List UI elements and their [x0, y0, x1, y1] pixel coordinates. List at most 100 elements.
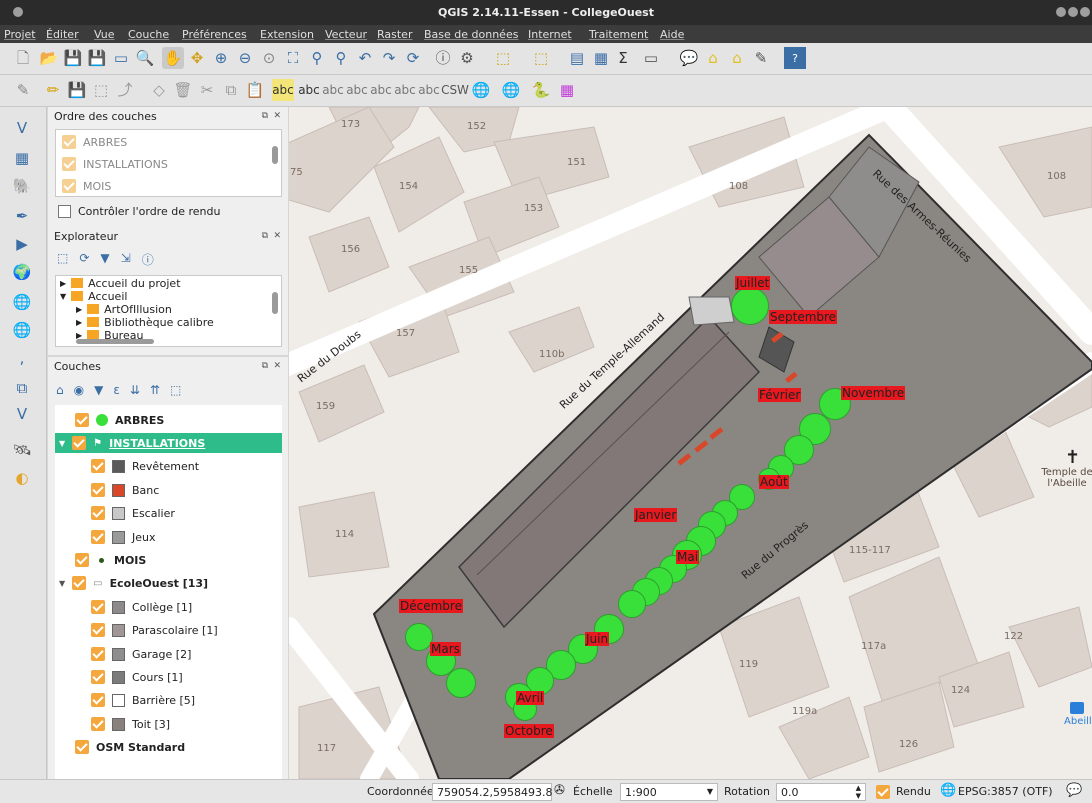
map-svg[interactable]	[289, 107, 1092, 779]
save-icon[interactable]: 💾	[62, 47, 84, 69]
tree-canopy[interactable]	[618, 590, 646, 618]
map-canvas[interactable]: Rue des Armes-Réunies Rue du Doubs Rue d…	[289, 107, 1092, 779]
month-label[interactable]: Juin	[585, 632, 610, 646]
add-virtual-layer-icon[interactable]: ⧉	[11, 377, 33, 399]
coordinate-capture-icon[interactable]: ◐	[11, 467, 33, 489]
filter-expression-icon[interactable]: ε	[113, 383, 120, 397]
menu-raster[interactable]: Raster	[377, 28, 412, 41]
control-render-order-checkbox[interactable]: Contrôler l'ordre de rendu	[58, 201, 220, 221]
month-label[interactable]: Avril	[516, 691, 545, 705]
close-panel-icon[interactable]: ✕	[273, 111, 281, 121]
rotation-spinbox[interactable]: 0.0 ▲ ▼	[776, 783, 866, 801]
layer-order-item[interactable]: ARBRES	[62, 132, 127, 152]
spin-arrows-icon[interactable]: ▲ ▼	[856, 784, 861, 800]
checkbox[interactable]	[91, 530, 105, 544]
identify-icon[interactable]: ⓘ	[432, 47, 454, 69]
open-project-icon[interactable]: 📂	[38, 47, 60, 69]
add-delimited-text-icon[interactable]: ,	[11, 347, 33, 369]
identify-menu-icon[interactable]: ⚙	[456, 47, 478, 69]
zoom-in-icon[interactable]: ⊕	[210, 47, 232, 69]
checkbox[interactable]	[91, 693, 105, 707]
new-project-icon[interactable]: 🗋	[12, 47, 34, 69]
zoom-actual-icon[interactable]: ⊙	[258, 47, 280, 69]
gps-tools-icon[interactable]: 🛰	[11, 439, 33, 461]
delete-selected-icon[interactable]: 🗑	[172, 79, 194, 101]
month-label[interactable]: Décembre	[399, 599, 463, 613]
checkbox[interactable]	[75, 740, 89, 754]
collapse-all-icon[interactable]: ⇲	[121, 251, 131, 268]
legend-item-jeux[interactable]: Jeux	[91, 527, 156, 547]
python-console-icon[interactable]: 🐍	[530, 79, 552, 101]
mouse-icon[interactable]: ✇	[554, 783, 565, 798]
zoom-out-icon[interactable]: ⊖	[234, 47, 256, 69]
pan-icon[interactable]: ✋	[162, 47, 184, 69]
layer-osm-standard[interactable]: OSM Standard	[75, 737, 185, 757]
minimize-icon[interactable]	[1056, 7, 1066, 17]
measure-icon[interactable]: ▭	[640, 47, 662, 69]
tree-item[interactable]: ▼ Accueil	[60, 289, 127, 303]
zoom-full-icon[interactable]: ⛶	[282, 47, 304, 69]
add-feature-icon[interactable]: ⬚	[90, 79, 112, 101]
manage-visibility-icon[interactable]: ◉	[74, 383, 84, 397]
float-panel-icon[interactable]: ⧉	[262, 111, 268, 121]
paste-features-icon[interactable]: 📋	[244, 79, 266, 101]
new-shapefile-icon[interactable]: V	[11, 403, 33, 425]
save-edits-icon[interactable]: 💾	[66, 79, 88, 101]
menu-internet[interactable]: Internet	[528, 28, 572, 41]
coordinate-field[interactable]: 759054.2,5958493.8	[432, 783, 552, 801]
chevron-down-icon[interactable]: ▼	[707, 787, 713, 796]
move-label-icon[interactable]: abc	[346, 79, 368, 101]
float-panel-icon[interactable]: ⧉	[262, 361, 268, 371]
close-panel-icon[interactable]: ✕	[273, 231, 281, 241]
float-panel-icon[interactable]: ⧉	[262, 231, 268, 241]
remove-layer-icon[interactable]: ⬚	[170, 383, 181, 397]
checkbox[interactable]	[91, 647, 105, 661]
checkbox[interactable]	[72, 436, 87, 450]
properties-icon[interactable]: ⓘ	[142, 251, 154, 268]
crs-label[interactable]: EPSG:3857 (OTF)	[958, 785, 1053, 798]
add-postgis-layer-icon[interactable]: 🐘	[11, 175, 33, 197]
horizontal-scrollbar[interactable]	[76, 339, 154, 344]
rotate-label-icon[interactable]: abc	[370, 79, 392, 101]
checkbox[interactable]	[62, 179, 76, 193]
add-raster-layer-icon[interactable]: ▦	[11, 147, 33, 169]
deselect-icon[interactable]: ⬚	[530, 47, 552, 69]
annotation-icon[interactable]: ✎	[750, 47, 772, 69]
show-hide-labels-icon[interactable]: abc	[418, 79, 440, 101]
checkbox[interactable]	[58, 204, 71, 218]
scrollbar[interactable]	[272, 292, 278, 314]
expand-all-icon[interactable]: ⇊	[130, 383, 140, 397]
month-label[interactable]: Août	[759, 475, 789, 489]
add-mssql-layer-icon[interactable]: ▶	[11, 233, 33, 255]
tree-canopy[interactable]	[731, 287, 769, 325]
add-wms-layer-icon[interactable]: 🌍	[11, 261, 33, 283]
filter-legend-icon[interactable]: ▼	[94, 383, 103, 397]
scale-combo[interactable]: 1:900 ▼	[620, 783, 718, 801]
menu-base-de-donnees[interactable]: Base de données	[424, 28, 518, 41]
menu-vecteur[interactable]: Vecteur	[325, 28, 367, 41]
legend-item-garage[interactable]: Garage [2]	[91, 644, 191, 664]
month-label[interactable]: Mai	[676, 550, 700, 564]
toggle-editing-icon[interactable]: ✏	[42, 79, 64, 101]
collapse-all-icon[interactable]: ⇈	[150, 383, 160, 397]
layer-order-item[interactable]: INSTALLATIONS	[62, 154, 168, 174]
add-selected-icon[interactable]: ⬚	[57, 251, 68, 268]
month-label[interactable]: Mars	[430, 642, 461, 656]
tree-canopy[interactable]	[405, 623, 433, 651]
menu-traitement[interactable]: Traitement	[589, 28, 648, 41]
month-label[interactable]: Novembre	[841, 386, 906, 400]
layer-ecoleouest[interactable]: ▼ ▭ EcoleOuest [13]	[59, 573, 208, 593]
add-wfs-icon[interactable]: 🌐	[500, 79, 522, 101]
menu-couche[interactable]: Couche	[128, 28, 169, 41]
legend-item-parascolaire[interactable]: Parascolaire [1]	[91, 620, 218, 640]
save-as-icon[interactable]: 💾	[86, 47, 108, 69]
checkbox[interactable]	[72, 576, 87, 590]
legend-item-banc[interactable]: Banc	[91, 480, 159, 500]
move-feature-icon[interactable]: ⤴	[114, 79, 136, 101]
checkbox[interactable]	[62, 157, 76, 171]
legend-item-toit[interactable]: Toit [3]	[91, 714, 170, 734]
label-tool-icon[interactable]: abc	[272, 79, 294, 101]
menu-preferences[interactable]: Préférences	[182, 28, 247, 41]
close-panel-icon[interactable]: ✕	[273, 361, 281, 371]
add-wcs-layer-icon[interactable]: 🌐	[11, 291, 33, 313]
